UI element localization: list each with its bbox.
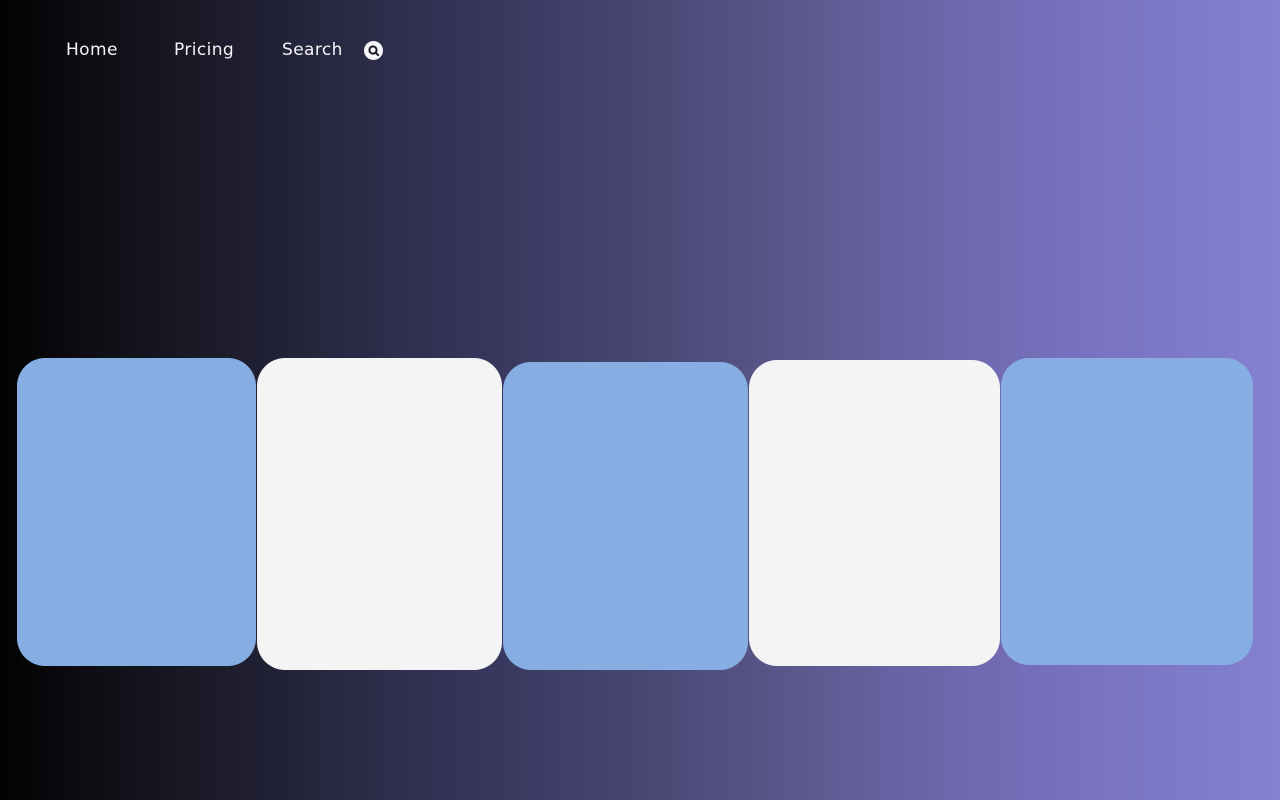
card-2[interactable] xyxy=(257,358,502,670)
nav-link-search[interactable]: Search xyxy=(282,38,343,62)
card-4[interactable] xyxy=(749,360,1000,666)
search-icon xyxy=(368,45,380,57)
search-button[interactable] xyxy=(364,41,383,60)
card-5[interactable] xyxy=(1001,358,1253,665)
nav-link-pricing[interactable]: Pricing xyxy=(174,38,234,62)
card-1[interactable] xyxy=(17,358,256,666)
top-navigation: Home Pricing Search xyxy=(0,38,420,62)
card-3[interactable] xyxy=(503,362,748,670)
nav-link-home[interactable]: Home xyxy=(66,38,118,62)
